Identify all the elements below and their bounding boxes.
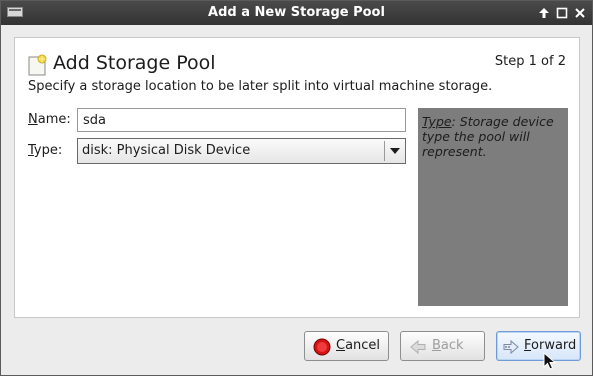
description-label: Type — [422, 114, 452, 129]
back-button[interactable]: Back — [400, 331, 485, 361]
name-input[interactable] — [77, 108, 406, 132]
close-icon[interactable] — [572, 5, 588, 21]
maximize-icon[interactable] — [536, 5, 552, 21]
forward-button[interactable]: Forward — [496, 331, 581, 361]
name-label: Name: — [28, 112, 71, 127]
step-indicator: Step 1 of 2 — [494, 54, 566, 69]
page-subtitle: Specify a storage location to be later s… — [28, 79, 493, 94]
type-label: Type: — [28, 143, 63, 158]
minimize-icon[interactable] — [554, 5, 570, 21]
window-title: Add a New Storage Pool — [208, 5, 385, 20]
content-panel: Add Storage Pool Step 1 of 2 Specify a s… — [14, 37, 580, 318]
chevron-down-icon — [390, 148, 400, 154]
dialog-window: Add a New Storage Pool Add Storage Pool … — [0, 0, 593, 376]
stop-icon — [313, 338, 331, 356]
forward-arrow-icon — [503, 339, 519, 355]
field-description: Type: Storage device type the pool will … — [418, 108, 568, 306]
cancel-button[interactable]: Cancel — [304, 331, 389, 361]
back-arrow-icon — [410, 339, 426, 355]
title-bar[interactable]: Add a New Storage Pool — [1, 1, 592, 25]
mouse-cursor-icon — [543, 352, 557, 370]
dropdown-button[interactable] — [384, 141, 403, 161]
type-selected-value: disk: Physical Disk Device — [82, 143, 251, 158]
storage-pool-icon — [28, 54, 47, 76]
page-title: Add Storage Pool — [53, 52, 216, 74]
type-select[interactable]: disk: Physical Disk Device — [77, 138, 406, 164]
